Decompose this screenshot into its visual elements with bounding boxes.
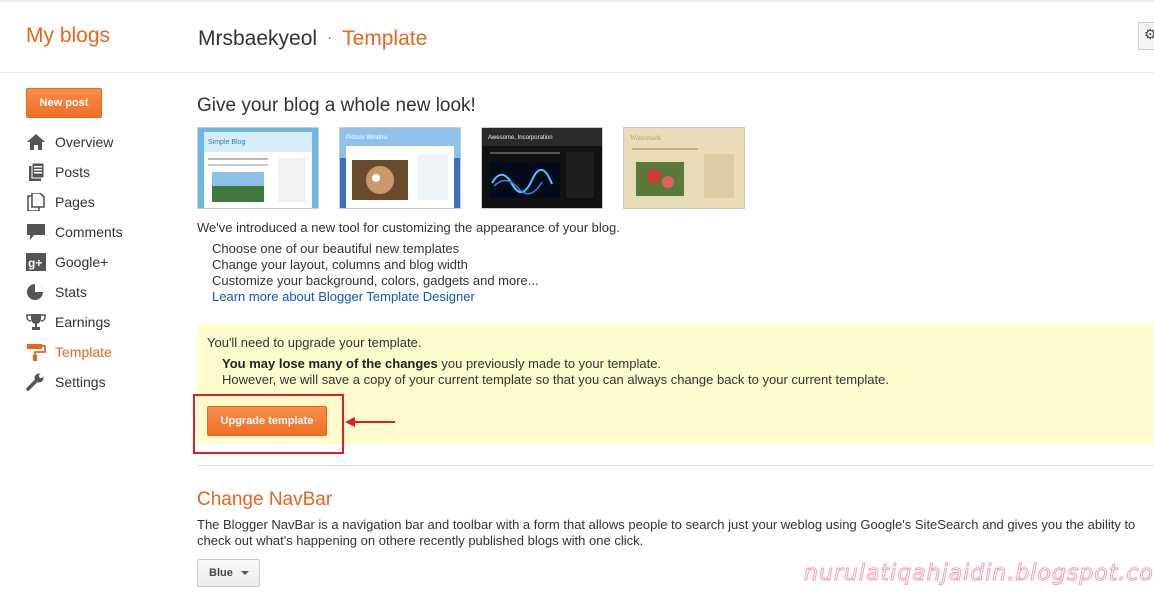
sidebar-item-posts[interactable]: Posts [26, 160, 186, 190]
section-heading-navbar: Change NavBar [197, 489, 333, 510]
template-thumbnail-watermark[interactable]: Watermark [623, 127, 745, 209]
settings-gear-button[interactable]: ⚙ [1138, 22, 1154, 50]
upgrade-warning: You may lose many of the changes you pre… [222, 356, 661, 371]
page-title: Template [342, 27, 428, 50]
paint-roller-icon [27, 344, 46, 361]
svg-text:g+: g+ [28, 256, 42, 270]
sidebar-item-overview[interactable]: Overview [26, 130, 186, 160]
awesome-template-preview: Awesome, Incorporation [482, 128, 602, 208]
thumbnail-title: Simple Blog [208, 139, 245, 146]
posts-icon [29, 163, 45, 181]
sidebar-item-label: Posts [55, 164, 91, 180]
upgrade-reassurance: However, we will save a copy of your cur… [222, 372, 889, 387]
pointer-arrow-icon [345, 417, 395, 427]
upgrade-notice-text: You'll need to upgrade your template. [207, 335, 422, 350]
home-icon [27, 134, 45, 150]
simple-template-preview: Simple Blog [198, 128, 318, 208]
feature-list: Choose one of our beautiful new template… [212, 241, 539, 305]
sidebar-item-label: Settings [55, 374, 106, 390]
navbar-style-value: Blue [209, 567, 233, 579]
wrench-icon [26, 373, 44, 391]
picture-window-template-preview: Picture Window [340, 128, 460, 208]
chevron-down-icon [241, 571, 249, 575]
gear-icon: ⚙ [1144, 26, 1154, 42]
breadcrumb: Mrsbaekyeol · Template [198, 27, 427, 51]
section-heading-new-look: Give your blog a whole new look! [197, 95, 476, 116]
watermark-template-preview: Watermark [624, 128, 744, 208]
sidebar-item-google-plus[interactable]: g+ Google+ [26, 250, 186, 280]
top-bar [0, 0, 1154, 73]
intro-text: We've introduced a new tool for customiz… [197, 220, 620, 235]
sidebar-item-label: Template [55, 344, 112, 360]
navbar-description: The Blogger NavBar is a navigation bar a… [197, 517, 1136, 548]
sidebar-item-label: Overview [55, 134, 114, 150]
sidebar-item-template[interactable]: Template [26, 340, 186, 370]
template-thumbnail-awesome[interactable]: Awesome, Incorporation [481, 127, 603, 209]
sidebar-item-label: Stats [55, 284, 87, 300]
sidebar-nav: Overview Posts Pages Comments g+ Google+… [26, 130, 186, 400]
google-plus-icon: g+ [26, 253, 46, 271]
blog-name[interactable]: Mrsbaekyeol [198, 27, 317, 50]
pages-icon [27, 193, 45, 211]
sidebar-item-label: Earnings [55, 314, 111, 330]
watermark-text: nurulatiqahjaidin.blogspot.com [803, 561, 1154, 587]
top-border [0, 0, 1154, 2]
navbar-style-select[interactable]: Blue [197, 559, 260, 587]
upgrade-template-button[interactable]: Upgrade template [207, 406, 327, 436]
feature-item: Choose one of our beautiful new template… [212, 241, 460, 256]
new-post-button[interactable]: New post [26, 88, 102, 118]
sidebar-item-settings[interactable]: Settings [26, 370, 186, 400]
thumbnail-title: Picture Window [346, 135, 388, 141]
section-divider [197, 465, 1154, 466]
feature-item: Change your layout, columns and blog wid… [212, 257, 468, 272]
stats-icon [27, 284, 43, 300]
template-thumbnail-simple[interactable]: Simple Blog [197, 127, 319, 209]
sidebar-item-earnings[interactable]: Earnings [26, 310, 186, 340]
thumbnail-title: Awesome, Incorporation [488, 135, 553, 141]
learn-more-link[interactable]: Learn more about Blogger Template Design… [212, 289, 475, 304]
my-blogs-link[interactable]: My blogs [26, 24, 110, 48]
sidebar-item-label: Pages [55, 194, 95, 210]
feature-item: Customize your background, colors, gadge… [212, 273, 539, 288]
warning-rest-text: you previously made to your template. [437, 356, 662, 371]
sidebar-item-label: Google+ [55, 254, 109, 270]
template-thumbnail-picture-window[interactable]: Picture Window [339, 127, 461, 209]
sidebar-item-label: Comments [55, 224, 123, 240]
breadcrumb-separator: · [327, 29, 333, 46]
thumbnail-title: Watermark [630, 134, 661, 142]
sidebar-item-pages[interactable]: Pages [26, 190, 186, 220]
sidebar-item-stats[interactable]: Stats [26, 280, 186, 310]
sidebar-item-comments[interactable]: Comments [26, 220, 186, 250]
trophy-icon [26, 314, 46, 330]
comment-icon [27, 224, 45, 240]
warning-bold-text: You may lose many of the changes [222, 356, 438, 371]
